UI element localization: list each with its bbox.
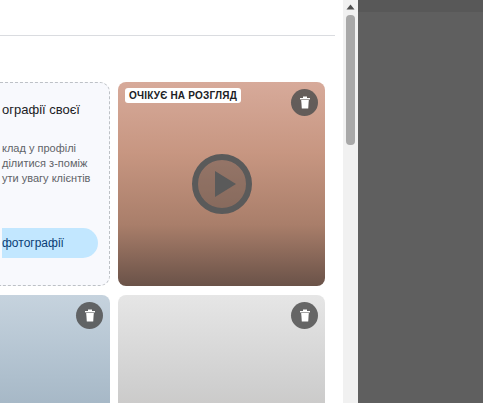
upload-line: клад у профілі xyxy=(2,141,107,156)
media-grid: ографії своєї клад у профіліділитися з-по… xyxy=(0,82,343,403)
upload-text: клад у профіліділитися з-поміжути увагу … xyxy=(2,141,107,186)
upload-card: ографії своєї клад у профіліділитися з-по… xyxy=(0,82,110,286)
scroll-up-icon[interactable] xyxy=(346,4,355,10)
media-tile[interactable] xyxy=(0,295,110,403)
play-icon[interactable] xyxy=(191,153,253,215)
media-tile[interactable]: ОЧІКУЄ НА РОЗГЛЯД xyxy=(118,82,325,286)
screen: ографії своєї клад у профіліділитися з-по… xyxy=(0,0,483,403)
delete-button[interactable] xyxy=(76,302,103,329)
scrollbar[interactable] xyxy=(343,0,358,403)
panel-content: ографії своєї клад у профіліділитися з-по… xyxy=(0,0,343,403)
add-photos-button[interactable]: фотографії xyxy=(2,228,98,258)
scroll-thumb[interactable] xyxy=(346,15,355,145)
backdrop xyxy=(358,0,483,403)
delete-button[interactable] xyxy=(291,302,318,329)
upload-line: ути увагу клієнтів xyxy=(2,171,107,186)
trash-icon xyxy=(84,309,96,322)
delete-button[interactable] xyxy=(291,89,318,116)
trash-icon xyxy=(299,96,311,109)
upload-title: ографії своєї xyxy=(2,102,107,117)
status-badge: ОЧІКУЄ НА РОЗГЛЯД xyxy=(125,88,241,103)
panel-header xyxy=(0,0,335,36)
trash-icon xyxy=(299,309,311,322)
upload-line: ділитися з-поміж xyxy=(2,156,107,171)
photos-panel: ографії своєї клад у профіліділитися з-по… xyxy=(0,0,358,403)
media-tile[interactable] xyxy=(118,295,325,403)
